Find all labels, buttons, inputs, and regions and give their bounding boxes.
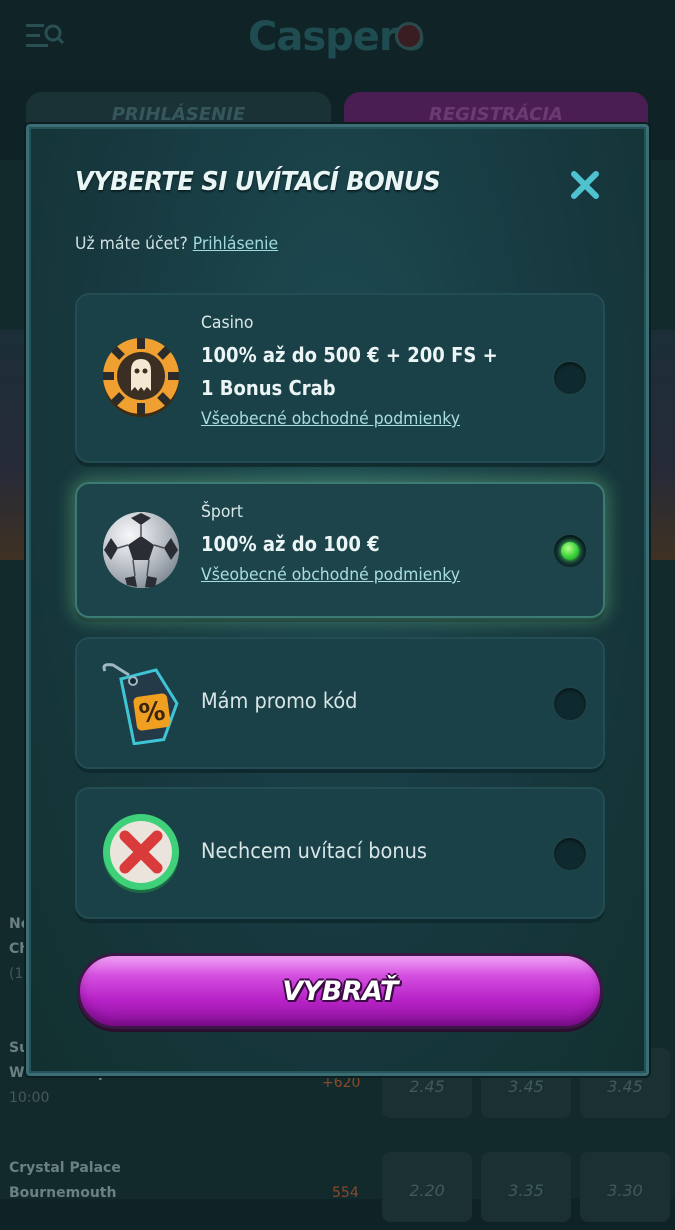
modal-title: VYBERTE SI UVÍTACÍ BONUS [75, 167, 441, 197]
svg-text:%: % [137, 696, 167, 729]
option-bonus: 100% až do 100 € [201, 532, 380, 556]
account-prompt-text: Už máte účet? [75, 234, 188, 254]
bonus-option-sport[interactable]: Šport 100% až do 100 € Všeobecné obchodn… [75, 482, 605, 618]
option-promo-text: Mám promo kód [201, 689, 371, 713]
bg-match-3-team1: Crystal Palace [9, 1160, 121, 1176]
terms-link[interactable]: Všeobecné obchodné podmienky [201, 409, 504, 429]
select-button[interactable]: VYBRAŤ [77, 953, 603, 1029]
bonus-option-casino[interactable]: Casino 100% až do 500 € + 200 FS + 1 Bon… [75, 293, 605, 463]
option-bonus: 100% až do 500 € + 200 FS + [201, 343, 498, 367]
logo-ball-icon [395, 22, 423, 50]
search-menu-icon[interactable] [26, 22, 64, 52]
option-label: Mám promo kód [201, 689, 358, 713]
welcome-bonus-modal: VYBERTE SI UVÍTACÍ BONUS Už máte účet? P… [26, 124, 649, 1076]
bg-odd[interactable]: 3.30 [580, 1152, 670, 1222]
app-header: Caspero [0, 0, 675, 80]
casino-chip-icon [103, 338, 179, 417]
bg-odd[interactable]: 3.35 [481, 1152, 571, 1222]
option-sport-text: Šport 100% až do 100 € Všeobecné obchodn… [201, 502, 483, 585]
bg-match-2-time: 10:00 [9, 1090, 50, 1106]
option-radio[interactable] [553, 687, 587, 721]
option-bonus-line2: 1 Bonus Crab [201, 376, 336, 400]
bg-odd[interactable]: 2.20 [382, 1152, 472, 1222]
option-radio[interactable] [553, 361, 587, 395]
option-label: Nechcem uvítací bonus [201, 839, 427, 863]
bg-match-3-team2: Bournemouth [9, 1185, 117, 1201]
option-casino-text: Casino 100% až do 500 € + 200 FS + 1 Bon… [201, 313, 531, 429]
option-radio[interactable] [553, 837, 587, 871]
option-none-text: Nechcem uvítací bonus [201, 839, 447, 863]
option-category: Casino [201, 313, 254, 333]
bonus-option-promo[interactable]: % Mám promo kód [75, 637, 605, 769]
option-category: Šport [201, 502, 243, 522]
close-icon[interactable] [567, 167, 603, 203]
account-prompt: Už máte účet? Prihlásenie [75, 234, 278, 254]
option-radio-selected[interactable] [553, 534, 587, 568]
red-x-icon [103, 814, 179, 893]
bg-match-2-change: +620 [322, 1075, 361, 1091]
terms-link[interactable]: Všeobecné obchodné podmienky [201, 565, 460, 585]
select-button-label: VYBRAŤ [282, 976, 398, 1007]
bonus-option-none[interactable]: Nechcem uvítací bonus [75, 787, 605, 919]
promo-tag-icon: % [102, 663, 179, 745]
soccer-ball-icon [103, 512, 179, 588]
login-link[interactable]: Prihlásenie [193, 234, 278, 254]
